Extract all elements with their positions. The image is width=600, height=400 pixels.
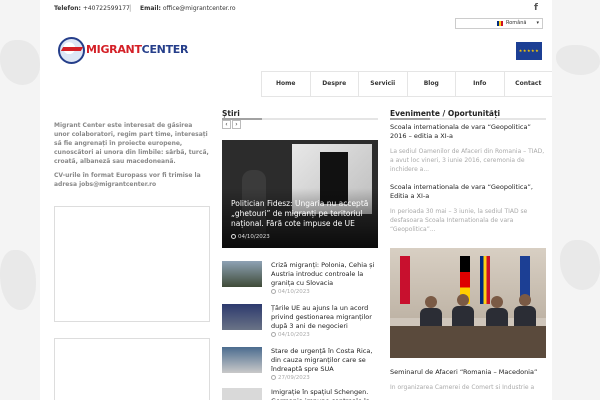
eu-flag-icon: ★★★★★ [516, 42, 542, 60]
ad-box [54, 338, 210, 400]
flag-image [480, 256, 490, 304]
clock-icon [231, 234, 236, 239]
news-item-date: 27/09/2023 [271, 375, 310, 381]
world-map-background [556, 45, 600, 75]
logo-wordmark: MIGRANTCENTER [86, 43, 188, 56]
news-item[interactable]: Criză migranți: Polonia, Cehia și Austri… [222, 261, 378, 299]
event-item[interactable]: Scoala internationala de vara “Geopoliti… [390, 123, 546, 174]
intro-text: Migrant Center este interesat de găsirea… [54, 121, 210, 189]
featured-news-date: 04/10/2023 [231, 234, 270, 240]
world-map-background [0, 250, 36, 310]
clock-icon [271, 289, 276, 294]
events-title-underline [390, 118, 546, 120]
email-label: Email: [140, 5, 161, 12]
romania-flag-icon [497, 21, 503, 26]
news-item-date: 04/10/2023 [271, 289, 310, 295]
news-thumbnail[interactable] [222, 347, 262, 373]
phone-number[interactable]: +40722599177 [83, 5, 130, 12]
news-thumbnail[interactable] [222, 304, 262, 330]
nav-blog[interactable]: Blog [406, 72, 456, 96]
language-selected: Română [506, 20, 527, 26]
news-item-title[interactable]: Imigrație în spațiul Schengen. Germania … [271, 388, 378, 400]
event-item[interactable]: Scoala internationala de vara “Geopoliti… [390, 183, 546, 234]
event-excerpt: La sediul Oamenilor de Afaceri din Roman… [390, 148, 545, 173]
event-item[interactable]: Seminarul de Afaceri “Romania – Macedoni… [390, 368, 546, 392]
news-item-date: 04/10/2023 [271, 332, 310, 338]
intro-cv-paragraph: CV-urile în format Europass vor fi trimi… [54, 172, 201, 188]
intro-paragraph: Migrant Center este interesat de găsirea… [54, 122, 209, 165]
news-title-underline [222, 118, 378, 120]
events-section-title: Evenimente / Oportunități [390, 109, 501, 118]
news-item-title[interactable]: Țările UE au ajuns la un acord privind g… [271, 304, 378, 331]
ad-box [54, 206, 210, 322]
phone-info: Telefon: +40722599177 [54, 5, 130, 12]
main-nav: Home Despre Servicii Blog Info Contact [261, 71, 552, 97]
event-title[interactable]: Scoala internationala de vara “Geopoliti… [390, 123, 546, 141]
logo-word-center: CENTER [141, 43, 189, 56]
language-select[interactable]: Română ▾ [455, 18, 543, 29]
clock-icon [271, 332, 276, 337]
event-image[interactable] [390, 248, 546, 358]
chevron-down-icon: ▾ [536, 20, 539, 26]
news-section-title: Știri [222, 109, 240, 118]
featured-news[interactable]: Politician Fidesz: Ungaria nu acceptă „g… [222, 140, 378, 248]
topbar-separator: | [129, 4, 132, 12]
news-item[interactable]: Țările UE au ajuns la un acord privind g… [222, 304, 378, 342]
flag-image [400, 256, 410, 304]
world-map-background [0, 40, 40, 85]
logo-word-migrant: MIGRANT [86, 43, 142, 56]
nav-info[interactable]: Info [455, 72, 504, 96]
facebook-icon[interactable]: f [534, 3, 538, 13]
event-excerpt: In organizarea Camerei de Comert si Indu… [390, 384, 535, 391]
news-thumbnail[interactable] [222, 388, 262, 400]
news-next-button[interactable]: › [232, 120, 241, 129]
nav-home[interactable]: Home [261, 72, 310, 96]
event-title[interactable]: Scoala internationala de vara “Geopoliti… [390, 183, 546, 201]
nav-despre[interactable]: Despre [309, 72, 359, 96]
phone-label: Telefon: [54, 5, 81, 12]
site-logo[interactable]: MIGRANTCENTER [58, 37, 188, 64]
logo-arrow [60, 47, 84, 51]
news-item[interactable]: Imigrație în spațiul Schengen. Germania … [222, 388, 378, 400]
top-bar: Telefon: +40722599177 | Email: office@mi… [40, 0, 552, 18]
nav-contact[interactable]: Contact [503, 72, 553, 96]
news-item-title[interactable]: Stare de urgență în Costa Rica, din cauz… [271, 347, 378, 374]
event-title[interactable]: Seminarul de Afaceri “Romania – Macedoni… [390, 368, 546, 377]
news-thumbnail[interactable] [222, 261, 262, 287]
news-prev-button[interactable]: ‹ [222, 120, 231, 129]
email-info: Email: office@migrantcenter.ro [140, 5, 236, 12]
clock-icon [271, 375, 276, 380]
news-item-title[interactable]: Criză migranți: Polonia, Cehia și Austri… [271, 261, 378, 288]
email-link[interactable]: office@migrantcenter.ro [163, 5, 236, 12]
featured-news-title[interactable]: Politician Fidesz: Ungaria nu acceptă „g… [231, 199, 371, 229]
nav-servicii[interactable]: Servicii [358, 72, 407, 96]
world-map-background [560, 240, 600, 290]
news-item[interactable]: Stare de urgență în Costa Rica, din cauz… [222, 347, 378, 385]
event-excerpt: In perioada 30 mai – 3 iunie, la sediul … [390, 208, 528, 233]
